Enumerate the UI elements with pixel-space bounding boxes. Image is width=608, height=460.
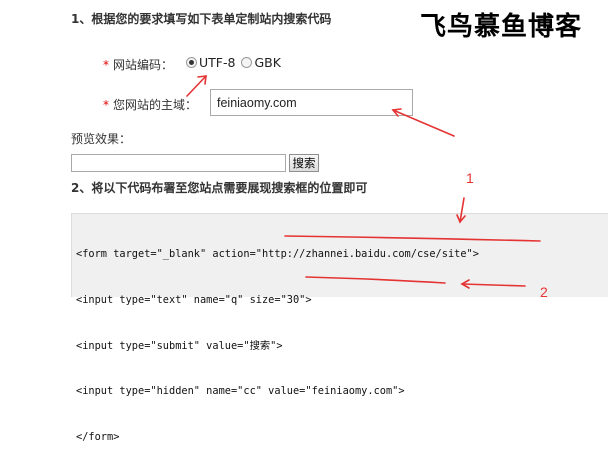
domain-input[interactable] [210,89,413,116]
encoding-radio-group: UTF-8 GBK [186,55,287,70]
arrow-to-utf8 [186,75,207,97]
radio-utf8[interactable] [186,57,197,68]
code-lines: <form target="_blank" action="http://zha… [76,217,479,460]
annotation-label-2: 2 [540,284,548,300]
arrow-to-utf8-head [197,75,207,85]
annotation-label-1: 1 [466,170,474,186]
code-line: <input type="hidden" name="cc" value="fe… [76,385,405,398]
encoding-row: * 网站编码： [103,56,173,73]
radio-gbk-label[interactable]: GBK [254,55,280,70]
code-line: </form> [76,430,120,443]
brand-watermark: 飞鸟慕鱼博客 [420,12,583,42]
step2-title: 2、将以下代码布署至您站点需要展现搜索框的位置即可 [71,181,368,195]
code-line: <form target="_blank" action="http://zha… [76,248,479,261]
preview-label: 预览效果： [71,132,132,146]
domain-row: * 您网站的主域： [103,96,197,113]
preview-search-input[interactable] [71,154,286,172]
step1-title: 1、根据您的要求填写如下表单定制站内搜索代码 [71,12,332,26]
required-mark: * [103,98,109,112]
domain-label: 您网站的主域： [113,98,198,112]
preview-search-button[interactable]: 搜索 [289,154,319,172]
required-mark: * [103,58,109,72]
radio-gbk[interactable] [241,57,253,68]
code-line: <input type="submit" value="搜索"> [76,339,283,352]
encoding-label: 网站编码： [113,58,174,72]
code-line: <input type="text" name="q" size="30"> [76,294,312,306]
radio-utf8-label[interactable]: UTF-8 [199,55,235,70]
